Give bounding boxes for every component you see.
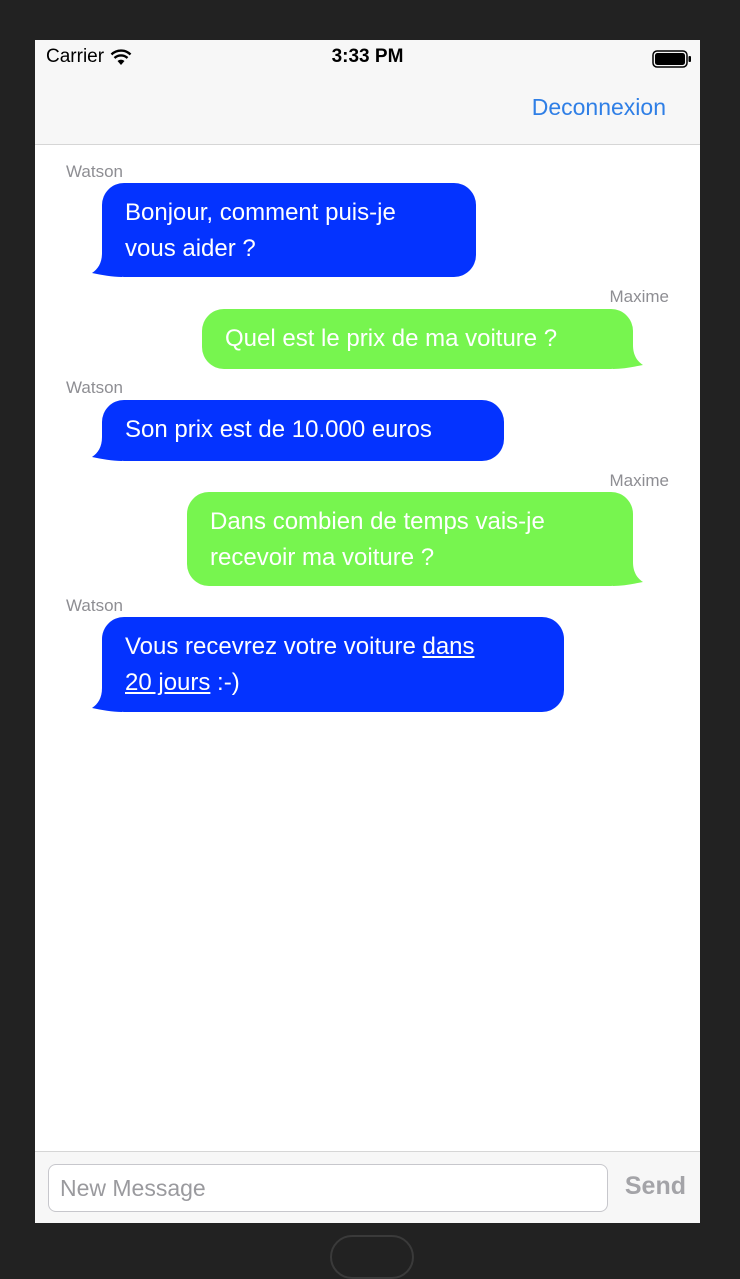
incoming-message-bubble: Son prix est de 10.000 euros [92,400,504,461]
navigation-bar: Deconnexion [35,78,700,145]
bubble-tail-icon [613,345,643,369]
outgoing-message-bubble: Dans combien de temps vais-je recevoir m… [187,492,643,586]
send-button[interactable]: Send [625,1172,686,1201]
incoming-message-bubble: Vous recevrez votre voiture dans 20 jour… [92,617,564,712]
battery-icon [652,50,691,68]
date-link[interactable]: 20 jours [125,669,210,696]
status-time: 3:33 PM [331,46,404,67]
message-sender: Watson [66,596,124,615]
message-text-line: vous aider ? [125,235,256,262]
message-text-line: 20 jours :-) [125,665,541,701]
phone-screen: Carrier 3:33 PM Deconnexion Watson Bonjo… [35,40,700,1223]
incoming-message-bubble: Bonjour, comment puis-je vous aider ? [92,183,476,277]
outgoing-message-bubble: Quel est le prix de ma voiture ? [202,309,643,369]
message-composer: Send [35,1151,700,1223]
deconnexion-button[interactable]: Deconnexion [532,94,666,121]
message-text-line: Bonjour, comment puis-je [125,199,396,226]
message-sender: Watson [66,378,124,397]
bubble-tail-icon [92,688,122,712]
new-message-input[interactable] [48,1164,608,1212]
status-bar: Carrier 3:33 PM [35,40,700,78]
bubble-tail-icon [92,437,122,461]
bubble-tail-icon [613,562,643,586]
message-sender: Maxime [609,287,669,306]
message-text-line: recevoir ma voiture ? [210,544,435,571]
message-sender: Watson [66,162,124,181]
bubble-tail-icon [92,253,122,277]
message-text: Vous recevrez votre voiture [125,633,423,660]
home-button[interactable] [330,1235,414,1279]
message-text-line: Vous recevrez votre voiture dans [125,629,541,665]
message-text-line: Dans combien de temps vais-je [210,508,545,535]
date-link[interactable]: dans [422,633,474,660]
message-list[interactable]: Watson Bonjour, comment puis-je vous aid… [35,145,700,1151]
message-text-line: Son prix est de 10.000 euros [125,416,432,443]
message-text-line: Quel est le prix de ma voiture ? [225,325,558,352]
message-sender: Maxime [609,471,669,490]
message-text: :-) [210,669,240,696]
